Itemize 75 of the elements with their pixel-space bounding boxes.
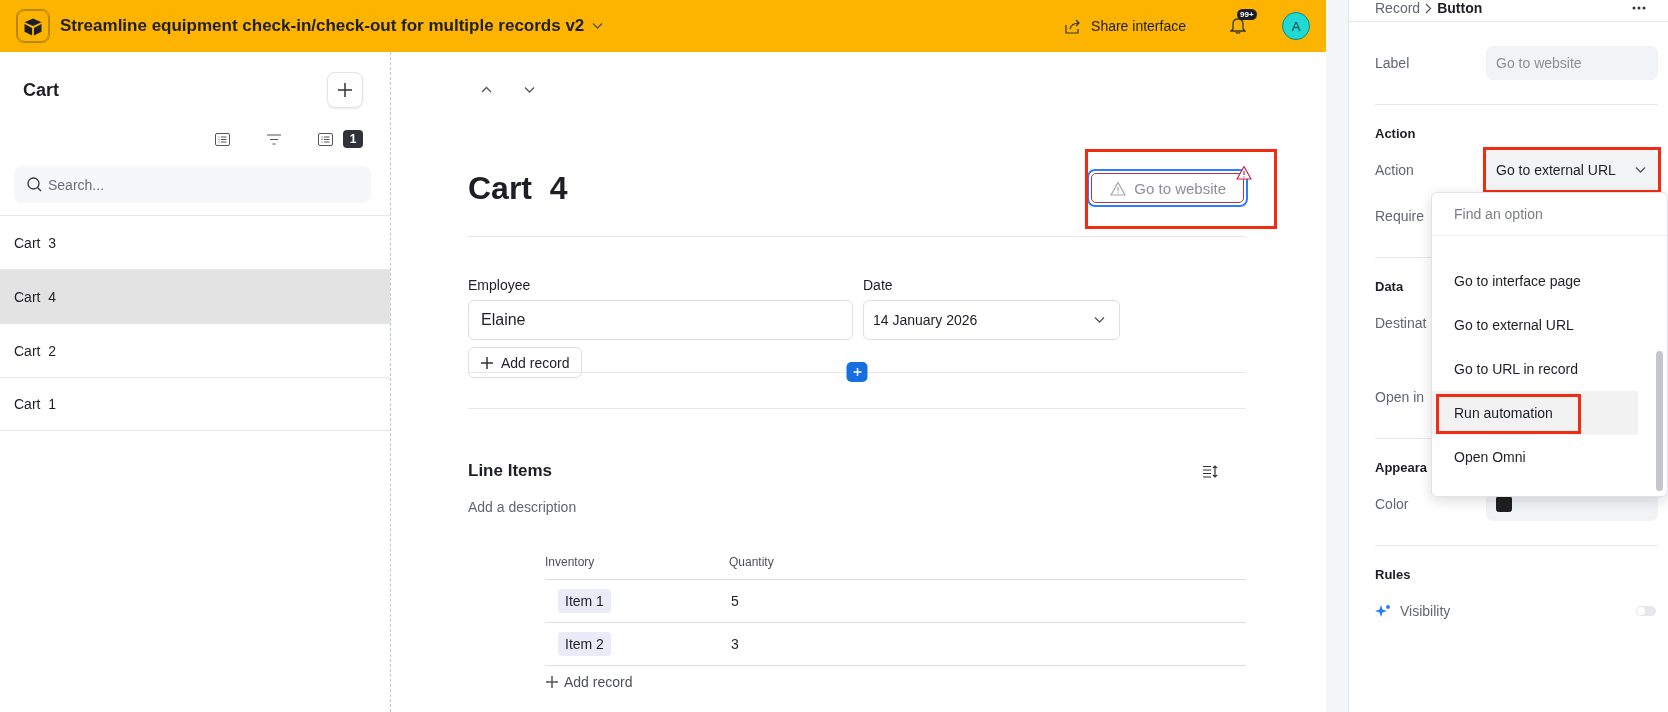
- app-title: Streamline equipment check-in/check-out for multiple records v2: [60, 16, 585, 36]
- list-icon[interactable]: [215, 132, 230, 146]
- field-label: Label: [1375, 55, 1410, 71]
- record-chip[interactable]: Item 1: [558, 589, 611, 613]
- field-label: Color: [1375, 496, 1409, 512]
- list-item[interactable]: Cart 2: [0, 323, 390, 377]
- notification-badge: 99+: [1237, 9, 1257, 20]
- search-field[interactable]: Search...: [14, 166, 371, 203]
- field-label: Destinat: [1375, 315, 1427, 331]
- record-title: Cart 4: [468, 169, 568, 207]
- column-header: Quantity: [729, 555, 775, 569]
- field-label: Date: [863, 277, 894, 293]
- scrollbar[interactable]: [1656, 351, 1663, 491]
- add-button[interactable]: [327, 72, 363, 108]
- sparkle-icon: [1375, 604, 1391, 618]
- chevron-right-icon: [1425, 2, 1433, 14]
- section-title: Appeara: [1375, 458, 1428, 477]
- plus-icon: [337, 82, 353, 98]
- menu-option[interactable]: Open Omni: [1432, 435, 1638, 479]
- chevron-down-icon: [1094, 316, 1105, 324]
- field-label: Require: [1375, 208, 1425, 224]
- chevron-down-icon: [1635, 166, 1646, 174]
- list-item[interactable]: Cart 1: [0, 377, 390, 431]
- row-height-icon[interactable]: [1202, 464, 1218, 478]
- section-title: Data: [1375, 277, 1404, 296]
- breadcrumb-current: Button: [1437, 0, 1483, 16]
- text-field[interactable]: Elaine: [468, 300, 853, 340]
- field-label: Open in: [1375, 389, 1425, 405]
- add-field-button[interactable]: [846, 362, 868, 382]
- section-description[interactable]: Add a description: [468, 499, 1246, 515]
- more-icon[interactable]: [1632, 6, 1646, 10]
- section-title: Action: [1375, 124, 1416, 143]
- column-header: Inventory: [545, 555, 596, 569]
- section-title: Line Items: [468, 461, 553, 481]
- box-logo-icon[interactable]: [16, 9, 50, 43]
- search-icon: [27, 177, 42, 192]
- share-button[interactable]: Share interface: [1057, 14, 1194, 38]
- menu-option[interactable]: Run automation: [1432, 391, 1638, 435]
- list-item[interactable]: Cart 4: [0, 269, 390, 323]
- table-cell-text: 3: [730, 636, 740, 652]
- table-cell-text: 5: [730, 593, 740, 609]
- field-label: Employee: [468, 277, 532, 293]
- warning-icon: [1110, 180, 1127, 196]
- field-label: Visibility: [1400, 603, 1451, 619]
- chevron-up-icon[interactable]: [481, 86, 492, 94]
- action-select[interactable]: Go to external URL: [1486, 150, 1658, 190]
- plus-icon: [545, 675, 559, 689]
- search-placeholder: Search...: [48, 176, 105, 193]
- menu-option[interactable]: Go to URL in record: [1432, 347, 1638, 391]
- visibility-toggle[interactable]: [1636, 606, 1656, 616]
- chevron-down-icon[interactable]: [524, 86, 535, 94]
- chevron-down-icon[interactable]: [592, 22, 604, 30]
- add-record-button[interactable]: Add record: [468, 347, 583, 378]
- search-placeholder: Find an option: [1454, 206, 1543, 222]
- bell-icon[interactable]: [1230, 16, 1246, 34]
- record-chip[interactable]: Item 2: [558, 632, 611, 656]
- menu-option[interactable]: Go to external URL: [1432, 303, 1638, 347]
- option-search-field[interactable]: Find an option: [1432, 193, 1667, 236]
- count-badge: 1: [343, 130, 363, 148]
- field-value: 14 January 2026: [873, 312, 978, 328]
- plus-icon: [852, 367, 862, 377]
- select-value: Go to external URL: [1496, 162, 1616, 178]
- share-icon: [1065, 18, 1082, 34]
- filter-icon[interactable]: [266, 133, 282, 145]
- add-record-button[interactable]: Add record: [545, 674, 633, 690]
- user-avatar[interactable]: A: [1282, 12, 1310, 40]
- list-icon[interactable]: [318, 132, 333, 146]
- sidebar-title: Cart: [23, 79, 59, 101]
- section-title: Rules: [1375, 565, 1411, 584]
- field-label: Action: [1375, 162, 1414, 178]
- date-field[interactable]: 14 January 2026: [863, 300, 1120, 340]
- menu-option[interactable]: Go to interface page: [1432, 259, 1638, 303]
- plus-icon: [480, 355, 494, 370]
- field-placeholder: Go to website: [1496, 55, 1582, 71]
- breadcrumb-link[interactable]: Record: [1375, 0, 1421, 16]
